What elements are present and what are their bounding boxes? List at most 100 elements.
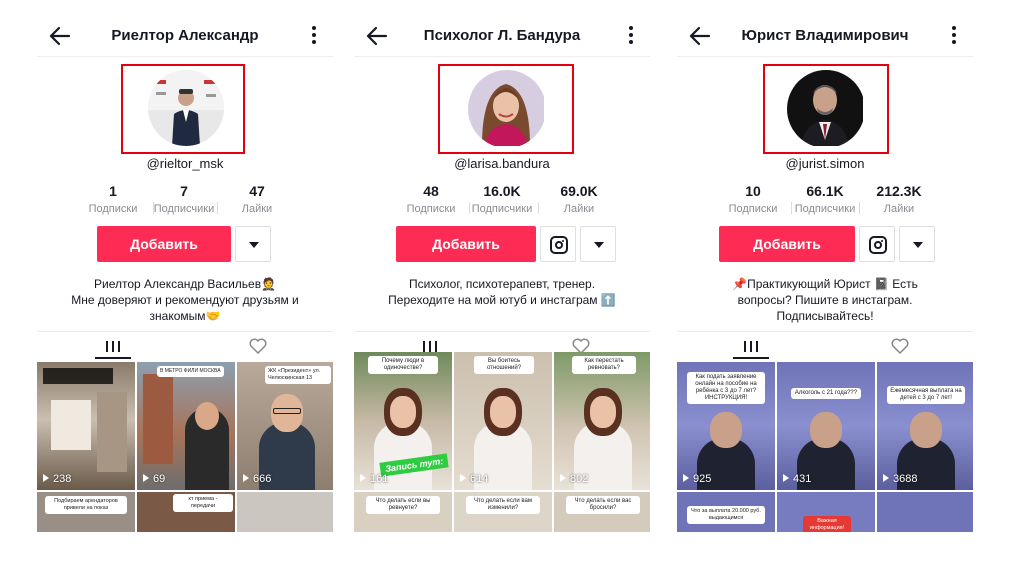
suggestions-dropdown-button[interactable] <box>580 226 616 262</box>
stat-following[interactable]: 1 Подписки <box>73 183 153 215</box>
avatar[interactable] <box>787 70 865 148</box>
videos-grid-icon[interactable] <box>103 338 123 354</box>
stat-label: Лайки <box>241 203 273 215</box>
top-bar: Юрист Владимирович <box>677 22 973 50</box>
video-view-count: 614 <box>460 473 488 485</box>
follow-button[interactable]: Добавить <box>719 226 855 262</box>
divider <box>677 56 973 57</box>
video-thumbnail[interactable]: Подбираем арендаторов привели на показ <box>37 492 135 532</box>
video-thumbnail[interactable]: Алкоголь с 21 года??? 431 <box>777 362 875 490</box>
instagram-button[interactable] <box>540 226 576 262</box>
suggestions-dropdown-button[interactable] <box>235 226 271 262</box>
stat-followers[interactable]: 66.1K Подписчики <box>785 183 865 215</box>
video-caption: Что делать если вам изменили? <box>466 496 540 514</box>
video-view-count: 69 <box>143 473 165 485</box>
avatar[interactable] <box>468 70 546 148</box>
follow-button[interactable]: Добавить <box>97 226 231 262</box>
video-thumbnail[interactable]: кт приема - передачи <box>137 492 235 532</box>
more-options-icon[interactable] <box>628 26 634 46</box>
chevron-down-icon <box>249 242 259 248</box>
profile-panel-lawyer: Юрист Владимирович @jurist.simon 10 Подпи… <box>677 0 973 563</box>
stat-followers[interactable]: 16.0K Подписчики <box>462 183 542 215</box>
stat-following[interactable]: 10 Подписки <box>713 183 793 215</box>
video-thumbnail[interactable]: Как перестать ревновать? 802 <box>554 352 650 490</box>
video-thumbnail[interactable]: 238 <box>37 362 135 490</box>
video-thumbnail[interactable]: Вы боитесь отношений? 614 <box>454 352 552 490</box>
profile-title: Риелтор Александр <box>111 27 259 44</box>
active-tab-indicator <box>95 357 131 359</box>
video-grid: 238 В МЕТРО ФИЛИ МОСКВА 69 ЖК «Президент… <box>37 362 333 532</box>
profile-handle: @jurist.simon <box>785 156 865 171</box>
video-thumbnail[interactable]: Что делать если вы ревнуете? <box>354 492 452 532</box>
stat-following[interactable]: 48 Подписки <box>391 183 471 215</box>
video-caption: Что за выплата 20.000 руб. выдающимся <box>687 506 765 524</box>
follow-button[interactable]: Добавить <box>396 226 536 262</box>
video-thumbnail[interactable]: Как подать заявление онлайн на пособие н… <box>677 362 775 490</box>
divider <box>37 56 333 57</box>
stat-label: Подписчики <box>794 203 856 215</box>
top-bar: Риелтор Александр <box>37 22 333 50</box>
profile-title: Психолог Л. Бандура <box>423 27 581 44</box>
stats-row: 1 Подписки 7 Подписчики 47 Лайки <box>37 183 333 217</box>
video-view-count: 161 <box>360 473 388 485</box>
more-options-icon[interactable] <box>951 26 957 46</box>
stat-followers[interactable]: 7 Подписчики <box>144 183 224 215</box>
action-row: Добавить <box>354 226 650 262</box>
video-thumbnail[interactable] <box>877 492 973 532</box>
content-tabs <box>37 331 333 359</box>
profile-bio: Психолог, психотерапевт, тренер. Переход… <box>364 276 640 308</box>
profile-handle: @larisa.bandura <box>454 156 550 171</box>
stat-value: 66.1K <box>806 183 844 199</box>
video-caption: В МЕТРО ФИЛИ МОСКВА <box>157 366 224 377</box>
video-thumbnail[interactable]: Что делать если вам изменили? <box>454 492 552 532</box>
video-caption: Как перестать ревновать? <box>572 356 636 374</box>
divider <box>354 56 650 57</box>
video-view-count: 431 <box>783 473 811 485</box>
avatar-highlight-box <box>763 64 889 154</box>
active-tab-indicator <box>733 357 769 359</box>
video-thumbnail[interactable]: Что делать если вас бросили? <box>554 492 650 532</box>
stat-label: Подписки <box>728 203 778 215</box>
stat-label: Лайки <box>883 203 915 215</box>
video-caption: Ежемесячная выплата на детей с 3 до 7 ле… <box>887 386 965 404</box>
video-thumbnail[interactable]: Важная информация! <box>777 492 875 532</box>
bio-line: Риелтор Александр Васильев🤵 <box>93 277 277 291</box>
video-thumbnail[interactable]: Почему люди в одиночестве? Запись тут: 1… <box>354 352 452 490</box>
bio-line: Психолог, психотерапевт, тренер. <box>408 277 596 291</box>
suggestions-dropdown-button[interactable] <box>899 226 935 262</box>
bio-line: вопросы? Пишите в инстаграм. <box>737 293 913 307</box>
instagram-button[interactable] <box>859 226 895 262</box>
video-thumbnail[interactable] <box>237 492 333 532</box>
video-caption: Что делать если вы ревнуете? <box>366 496 440 514</box>
action-row: Добавить <box>37 226 333 262</box>
video-grid: Почему люди в одиночестве? Запись тут: 1… <box>354 352 650 532</box>
stat-label: Лайки <box>563 203 595 215</box>
stat-value: 10 <box>745 183 761 199</box>
video-thumbnail[interactable]: ЖК «Президент» ул. Челюскинская 13 666 <box>237 362 333 490</box>
content-tabs <box>677 331 973 359</box>
chevron-down-icon <box>594 242 604 248</box>
video-thumbnail[interactable]: В МЕТРО ФИЛИ МОСКВА 69 <box>137 362 235 490</box>
stat-likes[interactable]: 69.0K Лайки <box>539 183 619 215</box>
video-thumbnail[interactable]: Ежемесячная выплата на детей с 3 до 7 ле… <box>877 362 973 490</box>
video-caption: Вы боитесь отношений? <box>474 356 534 374</box>
video-view-count: 925 <box>683 473 711 485</box>
video-view-count: 238 <box>43 473 71 485</box>
video-caption: Почему люди в одиночестве? <box>368 356 438 374</box>
video-view-count: 666 <box>243 473 271 485</box>
profile-panel-rieltor: Риелтор Александр @rieltor_msk 1 Подписки… <box>37 0 333 563</box>
videos-grid-icon[interactable] <box>741 338 761 354</box>
more-options-icon[interactable] <box>311 26 317 46</box>
stat-value: 1 <box>109 183 117 199</box>
action-row: Добавить <box>677 226 973 262</box>
bio-line: 📌Практикующий Юрист 📓 Есть <box>732 277 918 291</box>
avatar[interactable] <box>148 70 224 146</box>
profile-panel-psychologist: Психолог Л. Бандура @larisa.bandura 48 По… <box>354 0 650 563</box>
liked-heart-icon[interactable] <box>249 338 269 355</box>
stat-likes[interactable]: 212.3K Лайки <box>859 183 939 215</box>
stat-value: 69.0K <box>560 183 598 199</box>
video-thumbnail[interactable]: Что за выплата 20.000 руб. выдающимся <box>677 492 775 532</box>
stat-label: Подписки <box>88 203 138 215</box>
liked-heart-icon[interactable] <box>891 338 911 355</box>
stat-likes[interactable]: 47 Лайки <box>217 183 297 215</box>
